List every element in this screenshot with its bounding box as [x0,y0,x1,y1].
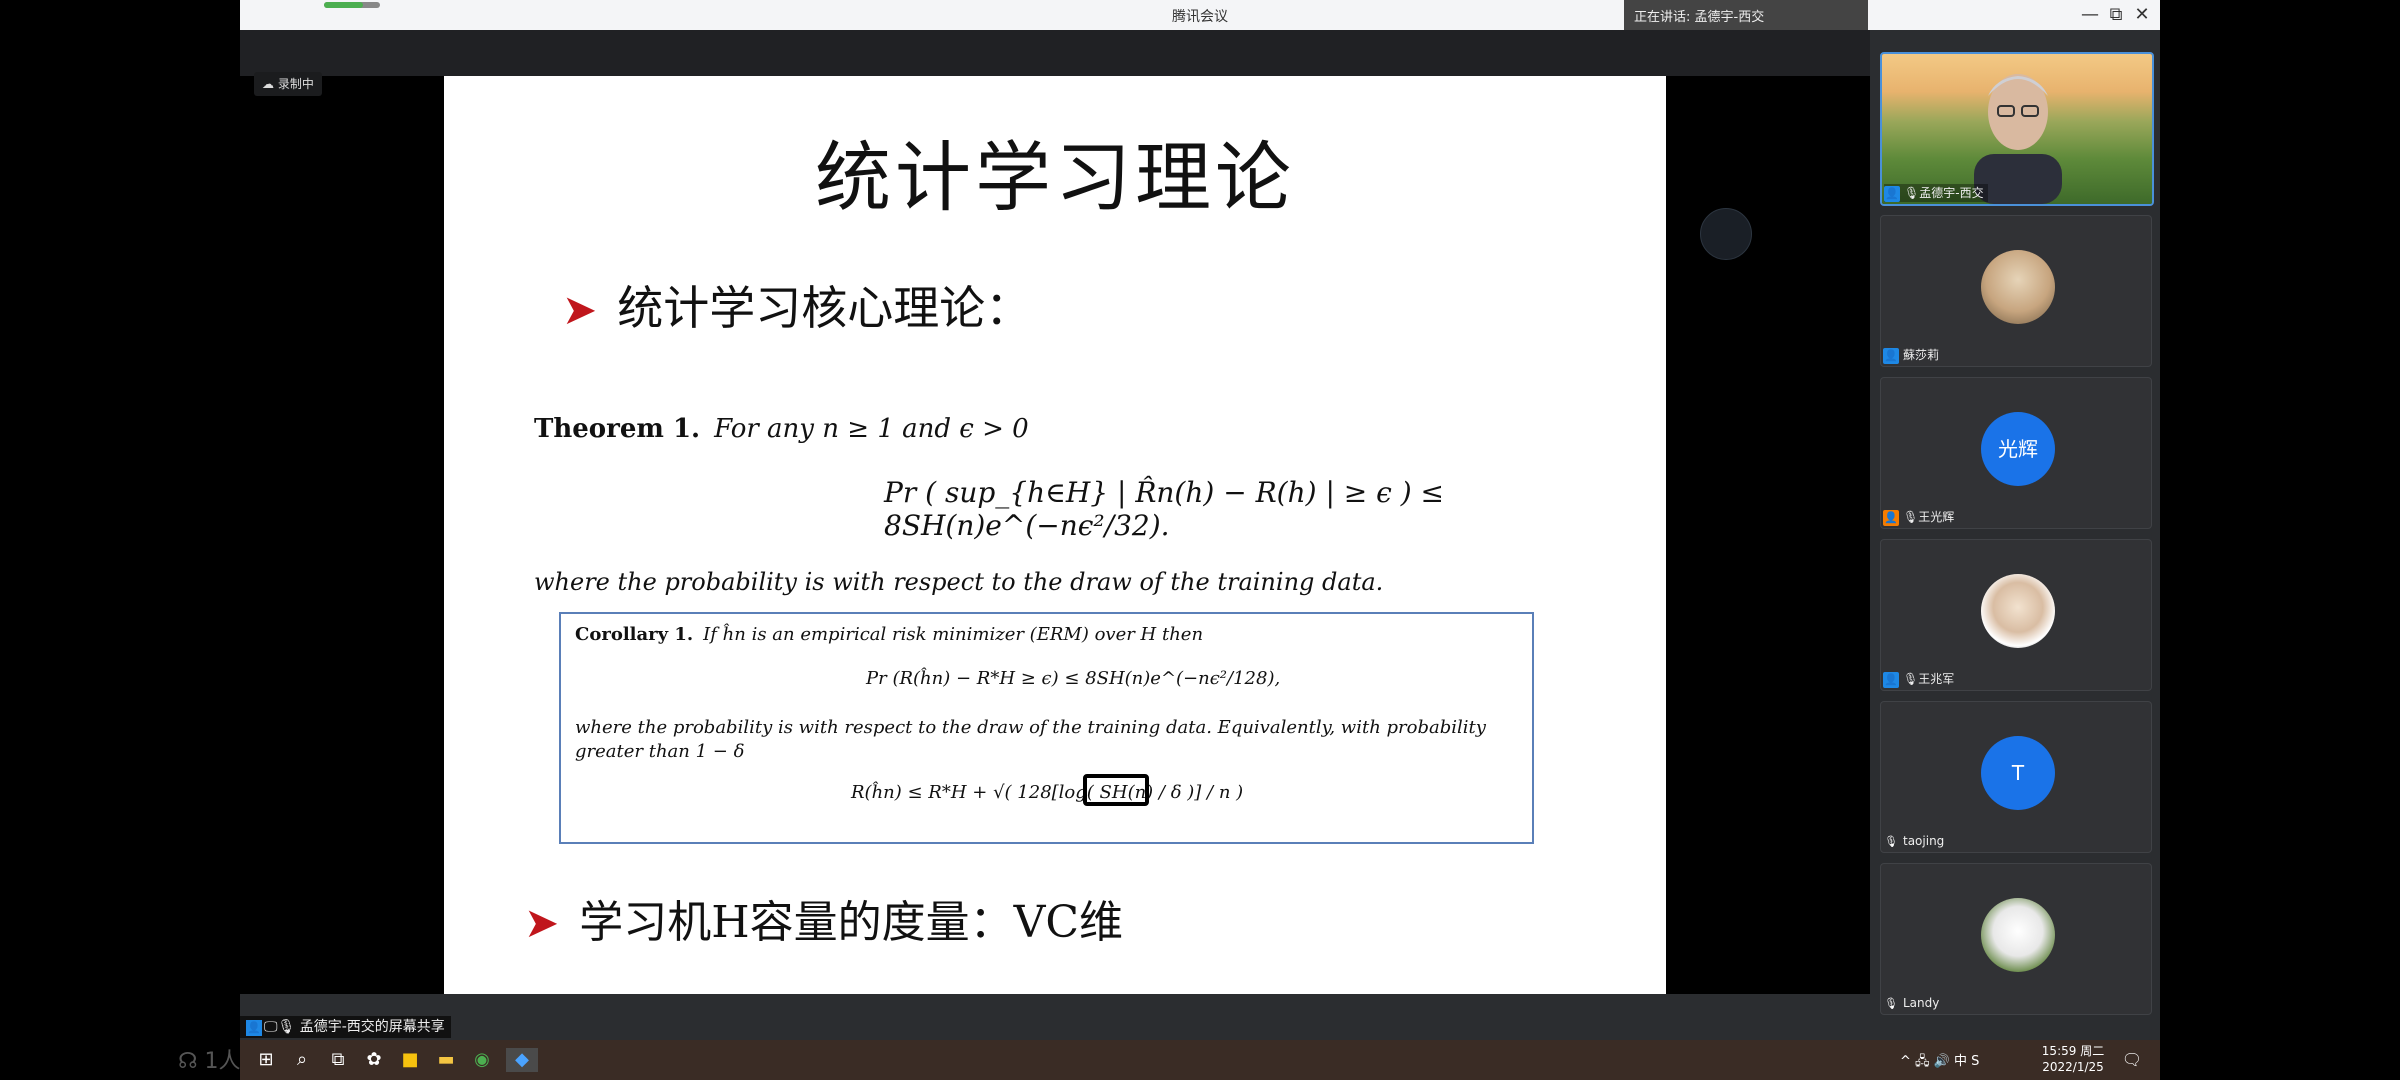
corollary-box: Corollary 1. If ĥn is an empirical risk m… [559,612,1534,844]
floating-control-button[interactable] [1700,208,1752,260]
tencent-meeting-icon[interactable]: ◆ [506,1048,538,1072]
clock-time: 15:59 周二 [2041,1044,2105,1058]
corollary-label: Corollary 1. [575,624,694,645]
slide-title: 统计学习理论 [815,133,1295,222]
clock[interactable]: 15:59 周二 2022/1/25 [2036,1043,2110,1075]
corollary-bound-equation: R(ĥn) ≤ R*H + √( 128[log( SH(n) / δ )] /… [851,782,1244,803]
participant-name: taojing [1903,834,1945,848]
title-bar: 腾讯会议 — ⧉ ✕ [240,0,2160,30]
participant-tile[interactable]: 👤 🎙王兆军 [1880,539,2152,691]
theorem-equation: Pr ( sup_{h∈H} | R̂n(h) − R(h) | ≥ ϵ ) ≤… [884,476,1444,542]
participant-name-row: 👤 🎙王光辉 [1883,508,1958,526]
mic-icon: 🎙 [277,1019,296,1035]
person-icon: 👤 [246,1020,262,1036]
avatar [1981,898,2055,972]
sticky-notes-icon[interactable]: ■ [398,1048,422,1072]
participant-name: Landy [1903,996,1940,1010]
mic-icon: 🎙 [1904,186,1920,200]
speaking-indicator: 正在讲话: 孟德宇-西交 [1624,0,1868,34]
file-explorer-icon[interactable]: ▬ [434,1048,458,1072]
person-icon: 👤 [1883,671,1899,688]
avatar: 光辉 [1981,412,2055,486]
arrow-bullet-icon: ➤ [562,285,598,334]
recording-indicator: ☁ 录制中 [254,72,322,96]
arrow-bullet-icon: ➤ [524,898,560,947]
participant-tile[interactable]: T 🎙 taojing [1880,701,2152,853]
corollary-where-text: where the probability is with respect to… [575,717,1486,762]
participant-tile[interactable]: 🎙 Landy [1880,863,2152,1015]
chrome-icon[interactable]: ◉ [470,1048,494,1072]
share-label-text: 孟德宇-西交的屏幕共享 [299,1019,445,1035]
participant-name-row: 👤 蘇莎莉 [1883,346,1943,364]
participant-name: 王光辉 [1918,510,1955,524]
participant-name-row: 👤 🎙王兆军 [1883,670,1958,688]
participant-name: 蘇莎莉 [1903,348,1940,362]
person-icon: 👤 [1883,347,1899,364]
clock-date: 2022/1/25 [2042,1060,2104,1074]
person-icon: 👤 [1883,509,1899,526]
cloud-icon: ☁ [262,77,274,91]
theorem-text: For any n ≥ 1 and ϵ > 0 [714,414,1029,444]
headset-icon: ☊ [178,1049,198,1074]
avatar: T [1981,736,2055,810]
highlight-box [1083,774,1149,806]
close-button[interactable]: ✕ [2127,2,2157,28]
participant-name-row: 👤 🎙孟德宇-西交 [1884,184,1988,202]
app-icon[interactable]: ✿ [362,1048,386,1072]
screen-share-label: 👤 🖵🎙 孟德宇-西交的屏幕共享 [240,1016,451,1038]
bullet-text: 学习机H容量的度量：VC维 [579,897,1124,948]
participant-name: 王兆军 [1918,672,1955,686]
windows-taskbar: ⊞ ⌕ ⧉ ✿ ■ ▬ ◉ ◆ ^ 🖧 🔊 中 S 15:59 周二 2022/… [240,1040,2160,1080]
bullet-text: 统计学习核心理论： [617,281,1032,335]
corollary-equation: Pr (R(ĥn) − R*H ≥ ϵ) ≤ 8SH(n)e^(−nϵ²/128… [866,668,1281,689]
window-title: 腾讯会议 [1172,9,1228,25]
avatar [1981,250,2055,324]
bullet-vc-dimension: ➤ 学习机H容量的度量：VC维 [524,886,1123,950]
participant-name-row: 🎙 taojing [1883,832,1948,850]
task-view-icon[interactable]: ⧉ [326,1048,350,1072]
bullet-core-theory: ➤ 统计学习核心理论： [562,272,1031,338]
participant-tile[interactable]: 👤 🎙孟德宇-西交 [1880,52,2154,206]
meeting-window: 腾讯会议 — ⧉ ✕ 正在讲话: 孟德宇-西交 统计学习理论 ➤ 统计学习核心理论… [240,0,2160,1080]
search-icon[interactable]: ⌕ [290,1048,314,1072]
participant-name-row: 🎙 Landy [1883,994,1943,1012]
recording-text: 录制中 [277,77,314,91]
notification-icon[interactable]: 🗨 [2120,1048,2144,1072]
mic-icon: 🎙 [1903,672,1919,686]
mic-icon: 🎙 [1884,834,1898,848]
theorem-where-text: where the probability is with respect to… [534,568,1384,596]
mic-icon: 🎙 [1884,996,1898,1010]
screen-icon: 🖵 [264,1019,278,1035]
system-tray[interactable]: ^ 🖧 🔊 中 S [1900,1050,1979,1074]
participant-name: 孟德宇-西交 [1919,186,1984,200]
theorem-statement: Theorem 1. For any n ≥ 1 and ϵ > 0 [534,414,1029,444]
participant-tile[interactable]: 光辉 👤 🎙王光辉 [1880,377,2152,529]
corollary-heading: Corollary 1. If ĥn is an empirical risk m… [575,624,1203,645]
top-strip [240,30,1870,76]
speaker-video-person [1974,74,2062,204]
windows-start-icon[interactable]: ⊞ [254,1048,278,1072]
participant-tile[interactable]: 👤 蘇莎莉 [1880,215,2152,367]
avatar [1981,574,2055,648]
corollary-text: If ĥn is an empirical risk minimizer (ER… [703,624,1204,645]
mic-icon: 🎙 [1903,510,1919,524]
presentation-slide: 统计学习理论 ➤ 统计学习核心理论： Theorem 1. For any n ≥ … [444,76,1666,994]
theorem-label: Theorem 1. [534,414,701,444]
person-icon: 👤 [1884,185,1900,202]
